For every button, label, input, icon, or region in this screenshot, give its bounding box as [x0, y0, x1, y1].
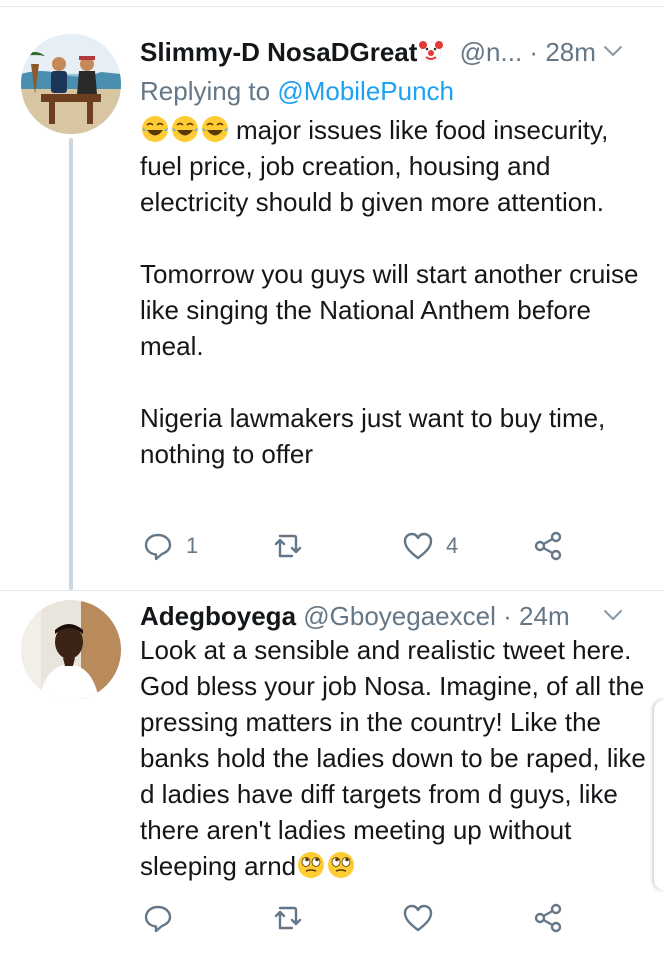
tweet-paragraph: Look at a sensible and realistic tweet h…	[140, 632, 646, 884]
user-handle[interactable]: @Gboyegaexcel	[303, 601, 496, 631]
reply-icon	[144, 905, 172, 933]
share-button[interactable]	[532, 898, 564, 938]
scrollbar[interactable]	[654, 700, 664, 890]
paragraph-text: Look at a sensible and realistic tweet h…	[140, 635, 646, 881]
eye-roll-emoji	[328, 852, 355, 878]
tweet-2[interactable]: Adegboyega @Gboyegaexcel · 24m Look at a…	[0, 0, 664, 957]
tweet-actions	[140, 898, 640, 938]
tweet-text: Look at a sensible and realistic tweet h…	[140, 632, 646, 884]
retweet-icon	[274, 906, 302, 930]
avatar[interactable]	[21, 600, 121, 700]
display-name[interactable]: Adegboyega	[140, 601, 296, 631]
timestamp[interactable]: 24m	[519, 601, 570, 631]
eye-roll-emoji	[298, 852, 325, 878]
reply-button[interactable]	[142, 898, 186, 938]
like-button[interactable]	[402, 898, 446, 938]
like-icon	[403, 904, 433, 932]
share-icon	[534, 903, 562, 933]
retweet-button[interactable]	[272, 898, 316, 938]
tweet-header: Adegboyega @Gboyegaexcel · 24m	[140, 596, 644, 636]
separator-dot: ·	[503, 601, 512, 631]
chevron-down-icon[interactable]	[602, 604, 624, 626]
